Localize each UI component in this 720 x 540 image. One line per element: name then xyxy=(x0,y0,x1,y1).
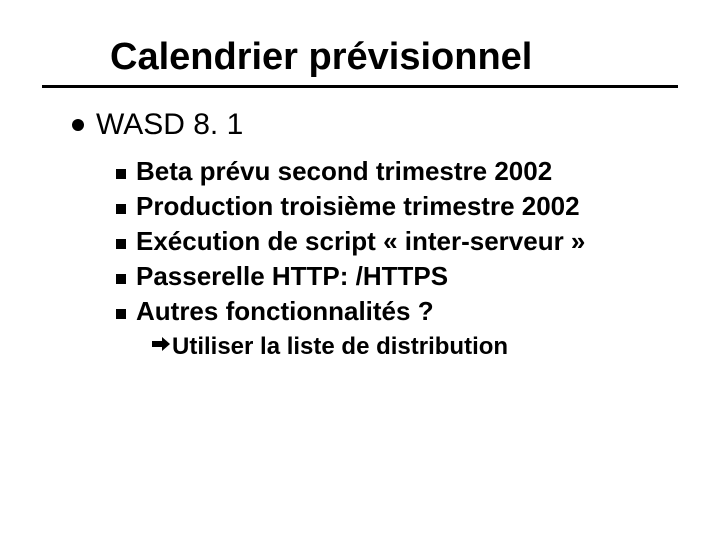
arrow-right-icon xyxy=(150,337,170,357)
level2-text: Exécution de script « inter-serveur » xyxy=(136,226,585,257)
circle-bullet-icon xyxy=(72,118,84,136)
slide-title: Calendrier prévisionnel xyxy=(0,0,720,85)
slide-body: WASD 8. 1 Beta prévu second trimestre 20… xyxy=(0,88,720,361)
square-bullet-icon xyxy=(116,201,126,219)
list-item: Utiliser la liste de distribution xyxy=(150,333,660,361)
square-bullet-icon xyxy=(116,236,126,254)
list-item: Autres fonctionnalités ? xyxy=(116,296,660,327)
list-item: WASD 8. 1 xyxy=(72,108,660,142)
level1-text: WASD 8. 1 xyxy=(96,108,243,142)
square-bullet-icon xyxy=(116,166,126,184)
level3-group: Utiliser la liste de distribution xyxy=(116,333,660,361)
level2-group: Beta prévu second trimestre 2002 Product… xyxy=(72,156,660,361)
level2-text: Beta prévu second trimestre 2002 xyxy=(136,156,552,187)
list-item: Passerelle HTTP: /HTTPS xyxy=(116,261,660,292)
square-bullet-icon xyxy=(116,306,126,324)
list-item: Exécution de script « inter-serveur » xyxy=(116,226,660,257)
level2-text: Autres fonctionnalités ? xyxy=(136,296,434,327)
level2-text: Production troisième trimestre 2002 xyxy=(136,191,580,222)
level3-text: Utiliser la liste de distribution xyxy=(172,333,508,361)
list-item: Beta prévu second trimestre 2002 xyxy=(116,156,660,187)
square-bullet-icon xyxy=(116,271,126,289)
level2-text: Passerelle HTTP: /HTTPS xyxy=(136,261,448,292)
slide: Calendrier prévisionnel WASD 8. 1 Beta p… xyxy=(0,0,720,540)
list-item: Production troisième trimestre 2002 xyxy=(116,191,660,222)
